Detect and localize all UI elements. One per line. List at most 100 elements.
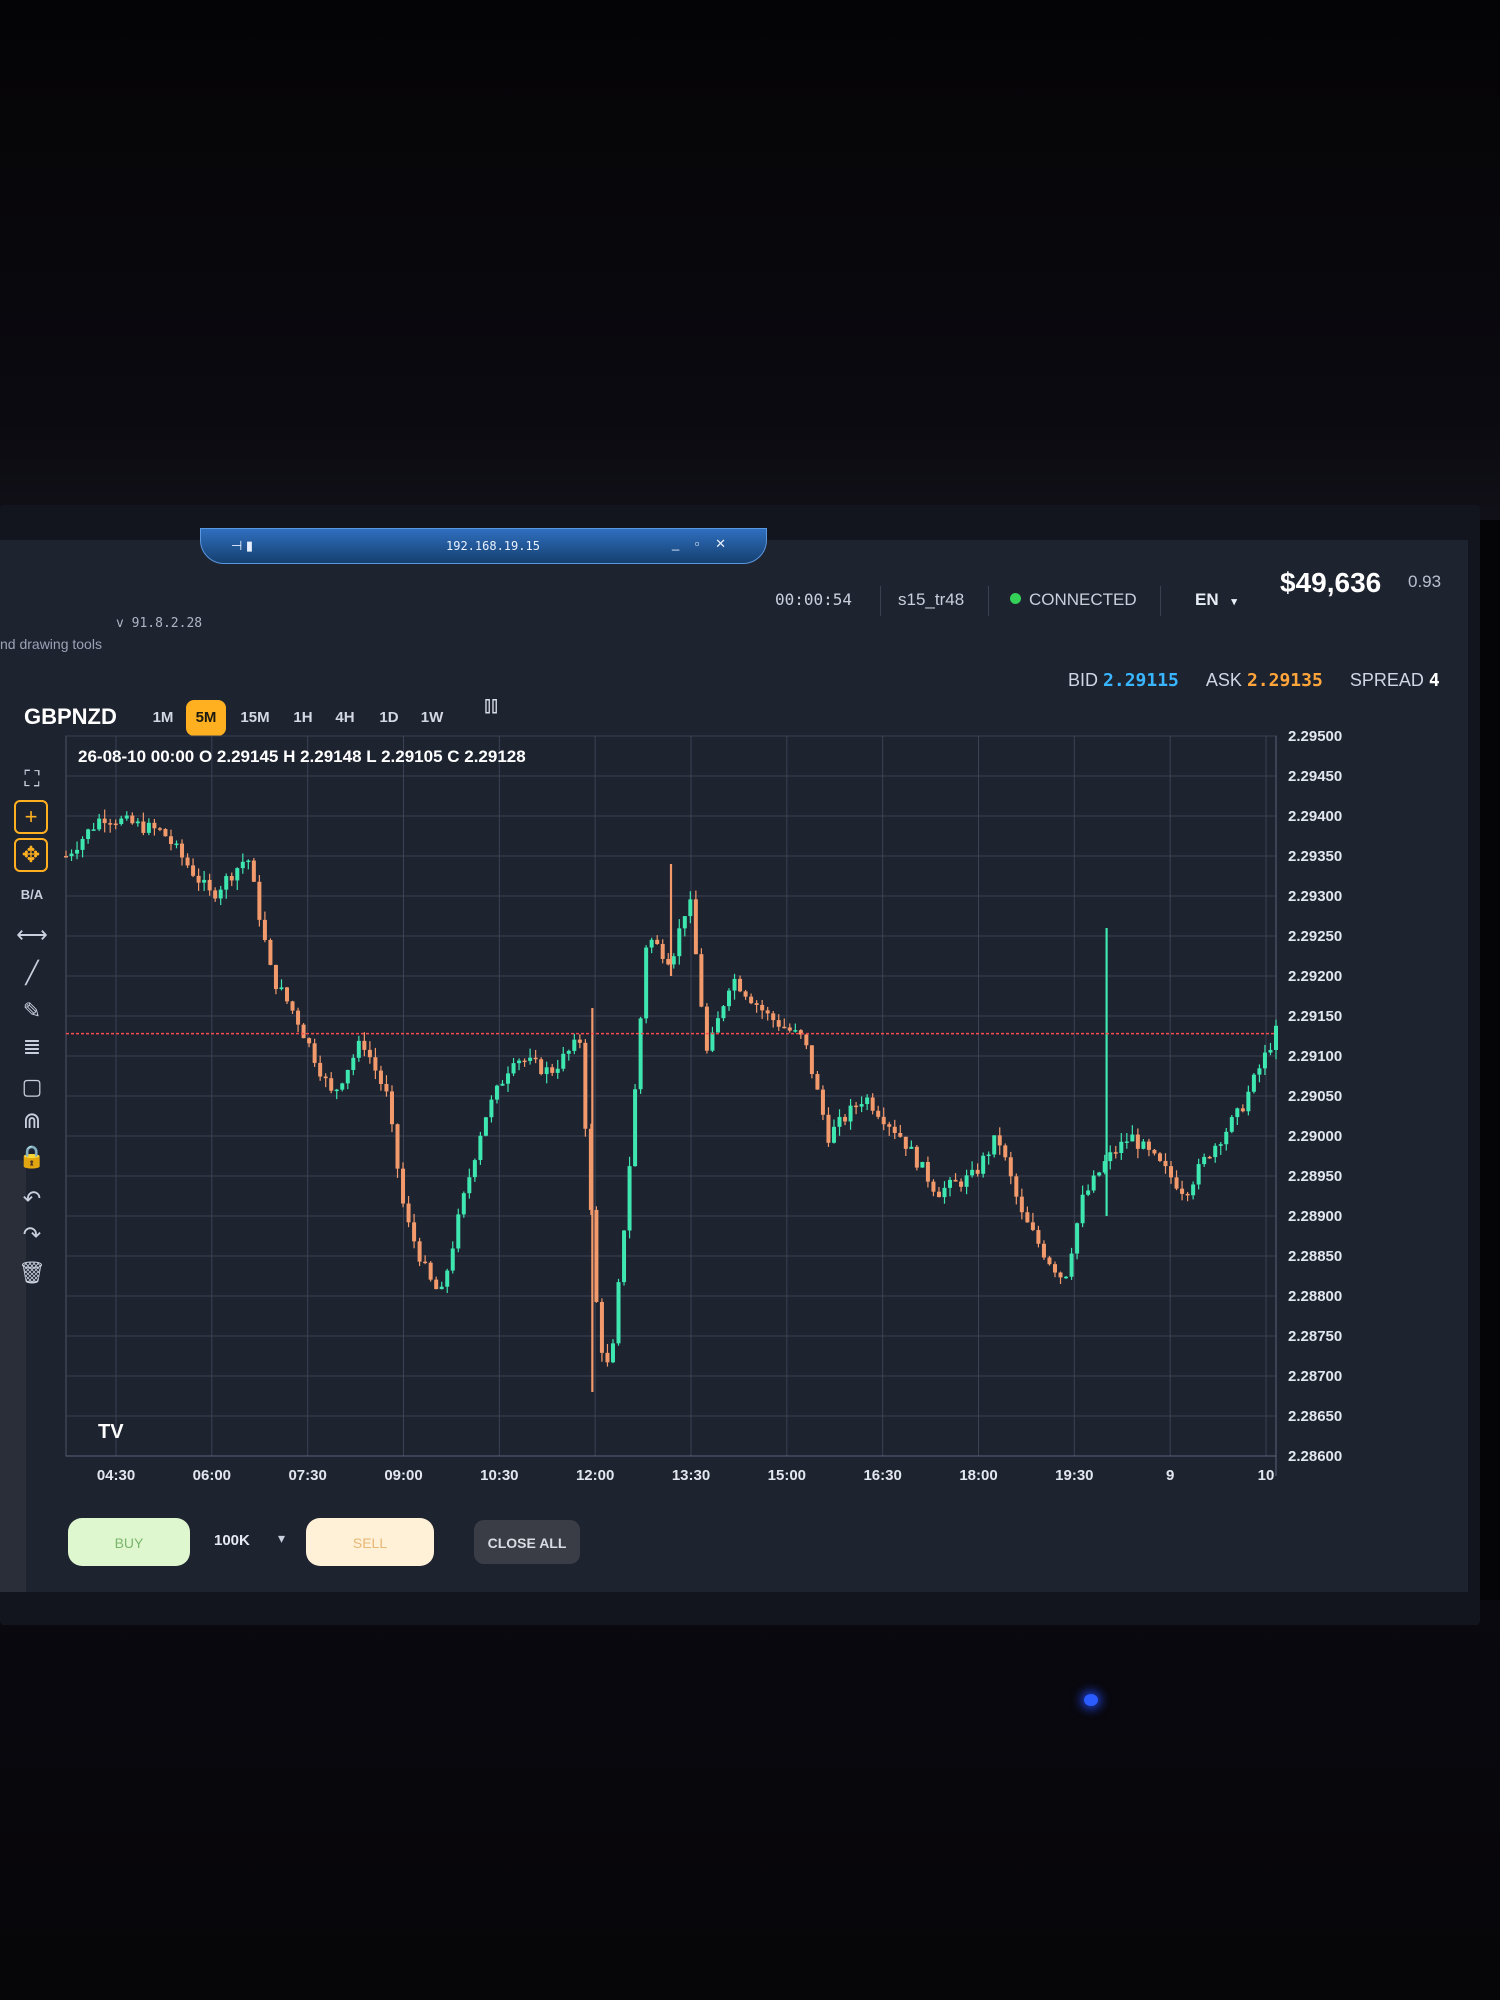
y-tick-label: 2.28700 (1288, 1368, 1342, 1385)
quote-bar: BID 2.29115 ASK 2.29135 SPREAD 4 (1068, 670, 1440, 691)
candle-body (412, 1222, 417, 1242)
candle-body (1030, 1222, 1035, 1231)
spread-label: SPREAD (1349, 670, 1424, 690)
trend-line-icon[interactable]: ╱ (14, 956, 50, 990)
candle-body (522, 1060, 527, 1063)
candle-body (1091, 1175, 1096, 1191)
redo-icon[interactable]: ↷ (14, 1218, 50, 1252)
undo-icon[interactable]: ↶ (14, 1182, 50, 1216)
candle-body (1174, 1177, 1179, 1189)
bid-ask-toggle[interactable]: B/A (14, 878, 50, 912)
candle-body (1113, 1152, 1118, 1154)
crosshair-icon[interactable]: + (14, 800, 48, 834)
candle-body (610, 1343, 615, 1363)
y-tick-label: 2.29500 (1288, 728, 1342, 745)
fib-icon[interactable]: ≣ (14, 1030, 50, 1064)
candle-body (229, 876, 234, 881)
lock-icon[interactable]: 🔒 (14, 1140, 50, 1174)
candle-body (75, 849, 80, 854)
candle-body (704, 1006, 709, 1051)
candle-body (345, 1069, 350, 1084)
connection-label: CONNECTED (1029, 590, 1137, 609)
candle-body (599, 1301, 604, 1353)
trash-icon[interactable]: 🗑 (14, 1256, 50, 1290)
candle-body (224, 876, 229, 890)
candle-body (710, 1032, 715, 1051)
candle-body (285, 987, 290, 1002)
candle-body (141, 821, 146, 833)
candle-body (633, 1089, 638, 1167)
candle-body (1207, 1156, 1212, 1159)
candle-body (1185, 1193, 1190, 1196)
candle-body (660, 943, 665, 959)
candle-body (528, 1057, 533, 1061)
candle-body (760, 1004, 765, 1011)
ohlc-label: 26-08-10 00:00 O 2.29145 H 2.29148 L 2.2… (78, 747, 526, 766)
y-tick-label: 2.28900 (1288, 1208, 1342, 1225)
candle-body (135, 821, 140, 824)
candle-body (1196, 1164, 1201, 1185)
brush-icon[interactable]: ✎ (14, 994, 50, 1028)
candle-body (384, 1083, 389, 1092)
candle-body (202, 879, 207, 883)
candle-body (677, 928, 682, 957)
background-wall (0, 0, 1500, 520)
candle-body (964, 1175, 969, 1187)
candle-body (461, 1193, 466, 1215)
candle-body (533, 1057, 538, 1060)
candle-body (594, 1209, 599, 1302)
move-icon[interactable]: ✥ (14, 838, 48, 872)
sell-button[interactable]: SELL (306, 1518, 434, 1566)
x-tick-label: 06:00 (193, 1467, 231, 1484)
candle-body (406, 1203, 411, 1223)
candle-body (1191, 1184, 1196, 1196)
candle-body (782, 1026, 787, 1029)
candle-body (909, 1146, 914, 1149)
window-controls[interactable]: _ ▫ ✕ (672, 536, 732, 552)
y-tick-label: 2.29400 (1288, 808, 1342, 825)
y-tick-label: 2.28950 (1288, 1168, 1342, 1185)
language-select[interactable]: EN ▾ (1195, 590, 1237, 620)
candle-body (754, 1003, 759, 1005)
candle-body (649, 939, 654, 948)
pin-icon[interactable]: ⊣ ▮ (231, 538, 253, 554)
chevron-down-icon[interactable]: ▾ (278, 1530, 285, 1547)
candle-body (500, 1083, 505, 1086)
candle-body (1157, 1153, 1162, 1161)
candle-body (323, 1076, 328, 1079)
candle-body (1108, 1152, 1113, 1162)
candle-body (1075, 1223, 1080, 1254)
rectangle-icon[interactable]: ▢ (14, 1070, 50, 1104)
close-all-button[interactable]: CLOSE ALL (474, 1520, 580, 1564)
candle-body (389, 1091, 394, 1125)
candlestick-type-icon[interactable]: ⫾⫾ (484, 692, 498, 718)
magnet-icon[interactable]: ⋒ (14, 1104, 50, 1138)
candle-body (920, 1161, 925, 1168)
lot-size[interactable]: 100K (214, 1532, 250, 1549)
remote-desktop-bar[interactable]: ⊣ ▮ 192.168.19.15 _ ▫ ✕ (200, 528, 767, 564)
candle-body (550, 1067, 555, 1073)
candle-body (693, 899, 698, 955)
x-tick-label: 13:30 (672, 1467, 710, 1484)
candle-body (257, 881, 262, 920)
candle-body (953, 1179, 958, 1182)
x-tick-label: 15:00 (768, 1467, 806, 1484)
divider (880, 586, 881, 616)
candle-body (367, 1049, 372, 1058)
horizontal-line-icon[interactable]: ⟷ (14, 918, 50, 952)
candle-body (102, 818, 107, 824)
price-chart[interactable]: 2.29500 2.29450 2.29400 2.29350 2.29300 2.292… (46, 722, 1376, 1528)
candle-body (1163, 1160, 1168, 1167)
x-tick-label: 18:00 (959, 1467, 997, 1484)
chevron-down-icon: ▾ (1231, 596, 1237, 608)
y-tick-label: 2.29150 (1288, 1008, 1342, 1025)
candle-body (721, 1006, 726, 1019)
buy-button[interactable]: BUY (68, 1518, 190, 1566)
fullscreen-icon[interactable]: ⛶ (14, 762, 50, 796)
candle-body (307, 1038, 312, 1044)
candle-body (887, 1124, 892, 1127)
candle-body (992, 1135, 997, 1155)
spread-value: 4 (1428, 670, 1440, 691)
candle-body (831, 1126, 836, 1143)
status-dot-icon (1010, 593, 1021, 604)
